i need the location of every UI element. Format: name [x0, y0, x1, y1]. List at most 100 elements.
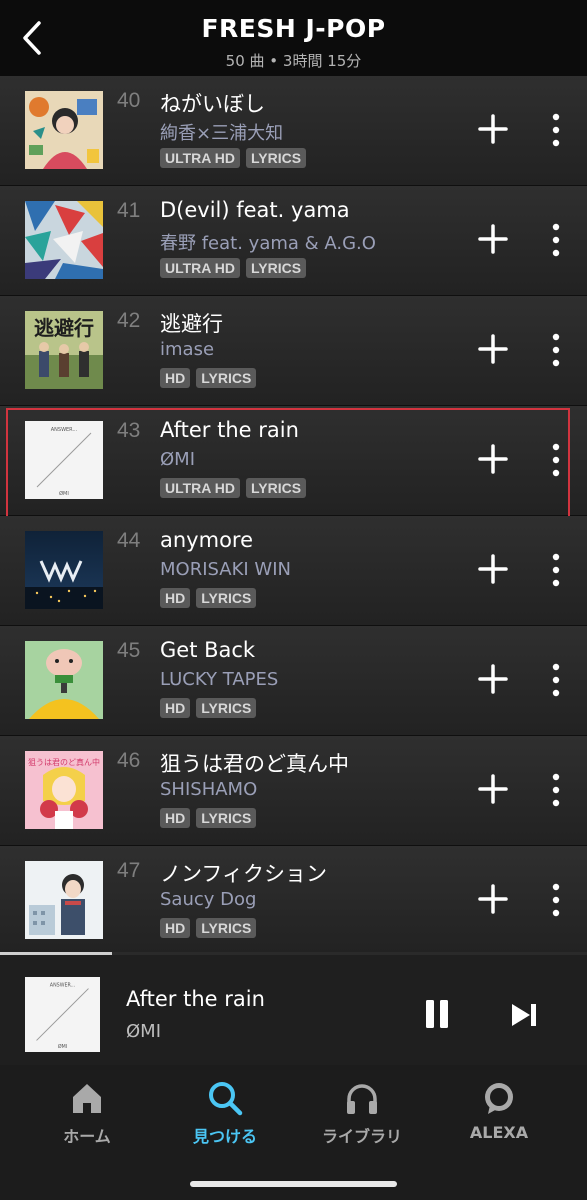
more-options-button[interactable] [544, 882, 568, 918]
track-title: After the rain [160, 418, 299, 442]
mini-player[interactable]: ANSWER... ØMI After the rain ØMI [0, 955, 587, 1065]
add-button[interactable] [476, 332, 510, 366]
lyrics-badge: LYRICS [246, 148, 307, 168]
add-button[interactable] [476, 662, 510, 696]
album-art-text: 逃避行 [34, 316, 94, 340]
more-vertical-icon [552, 223, 560, 257]
more-vertical-icon [552, 553, 560, 587]
quality-badge: HD [160, 588, 191, 608]
more-options-button[interactable] [544, 332, 568, 368]
track-number: 46 [117, 749, 141, 772]
track-row[interactable]: 47 ノンフィクション Saucy Dog HD LYRICS [0, 846, 587, 956]
track-row[interactable]: 40 ねがいぼし 絢香×三浦大知 ULTRA HD LYRICS [0, 76, 587, 186]
album-art [25, 641, 103, 719]
lyrics-badge: LYRICS [246, 478, 307, 498]
track-row[interactable]: 狙うは君のど真ん中 46 狙うは君のど真ん中 SHISHAMO HD LYRIC… [0, 736, 587, 846]
track-number: 42 [117, 309, 141, 332]
track-title: ノンフィクション [160, 862, 327, 886]
album-art-artist: ØMI [58, 1043, 67, 1050]
search-icon [209, 1082, 243, 1116]
track-number: 47 [117, 859, 141, 882]
track-title: 狙うは君のど真ん中 [160, 752, 349, 776]
tab-alexa[interactable]: ALEXA [444, 1079, 554, 1142]
add-button[interactable] [476, 442, 510, 476]
add-button[interactable] [476, 552, 510, 586]
more-vertical-icon [552, 663, 560, 697]
track-number: 40 [117, 89, 141, 112]
track-artist: 絢香×三浦大知 [160, 123, 284, 144]
track-row[interactable]: 逃避行 42 逃避行 imase HD LYRICS [0, 296, 587, 406]
quality-badge: HD [160, 918, 191, 938]
page-title: FRESH J-POP [201, 14, 386, 43]
more-options-button[interactable] [544, 772, 568, 808]
track-title: D(evil) feat. yama [160, 198, 350, 222]
home-icon [73, 1084, 101, 1113]
more-options-button[interactable] [544, 442, 568, 478]
more-options-button[interactable] [544, 222, 568, 258]
home-indicator [190, 1181, 397, 1187]
track-title: anymore [160, 528, 254, 552]
track-row-selected[interactable]: ANSWER... ØMI 43 After the rain ØMI ULTR… [0, 406, 587, 520]
lyrics-badge: LYRICS [246, 258, 307, 278]
tab-home-label: ホーム [63, 1127, 111, 1146]
track-row[interactable]: 44 anymore MORISAKI WIN HD LYRICS [0, 516, 587, 626]
playlist-summary: 50 曲 • 3時間 15分 [225, 52, 362, 70]
album-art: ANSWER... ØMI [25, 421, 103, 499]
quality-badge: HD [160, 698, 191, 718]
album-art [25, 91, 103, 169]
track-artist: LUCKY TAPES [160, 669, 279, 690]
headphones-icon [347, 1084, 377, 1114]
track-row[interactable]: 41 D(evil) feat. yama 春野 feat. yama & A.… [0, 186, 587, 296]
plus-icon [478, 334, 508, 364]
tab-alexa-label: ALEXA [469, 1123, 529, 1142]
badge-group: HD LYRICS [160, 698, 257, 718]
track-row[interactable]: 45 Get Back LUCKY TAPES HD LYRICS [0, 626, 587, 736]
plus-icon [478, 444, 508, 474]
album-art-text: ANSWER... [51, 427, 78, 433]
album-art-text: 狙うは君のど真ん中 [28, 757, 100, 767]
add-button[interactable] [476, 882, 510, 916]
pause-icon [426, 1000, 448, 1028]
album-art [25, 531, 103, 609]
tab-home[interactable]: ホーム [32, 1079, 142, 1147]
add-button[interactable] [476, 772, 510, 806]
badge-group: HD LYRICS [160, 808, 257, 828]
more-options-button[interactable] [544, 112, 568, 148]
tab-find-label: 見つける [192, 1127, 257, 1146]
more-options-button[interactable] [544, 662, 568, 698]
plus-icon [478, 884, 508, 914]
album-art-text: ANSWER... [50, 983, 75, 989]
plus-icon [478, 664, 508, 694]
plus-icon [478, 114, 508, 144]
more-vertical-icon [552, 113, 560, 147]
album-art [25, 201, 103, 279]
plus-icon [478, 224, 508, 254]
lyrics-badge: LYRICS [196, 588, 257, 608]
lyrics-badge: LYRICS [196, 368, 257, 388]
badge-group: HD LYRICS [160, 368, 257, 388]
track-artist: SHISHAMO [160, 779, 258, 800]
track-number: 41 [117, 199, 141, 222]
quality-badge: ULTRA HD [160, 148, 240, 168]
quality-badge: ULTRA HD [160, 478, 240, 498]
track-artist: imase [160, 339, 215, 360]
badge-group: HD LYRICS [160, 918, 257, 938]
track-title: Get Back [160, 638, 256, 662]
album-art-artist: ØMI [59, 490, 69, 497]
alexa-icon [485, 1083, 513, 1114]
skip-next-icon [512, 1004, 536, 1026]
more-options-button[interactable] [544, 552, 568, 588]
badge-group: HD LYRICS [160, 588, 257, 608]
next-track-button[interactable] [508, 1001, 540, 1029]
track-number: 43 [117, 419, 141, 442]
add-button[interactable] [476, 222, 510, 256]
tab-find[interactable]: 見つける [170, 1079, 280, 1147]
album-art: 逃避行 [25, 311, 103, 389]
plus-icon [478, 774, 508, 804]
add-button[interactable] [476, 112, 510, 146]
lyrics-badge: LYRICS [196, 698, 257, 718]
pause-button[interactable] [420, 997, 454, 1031]
track-artist: 春野 feat. yama & A.G.O [160, 233, 376, 254]
track-artist: ØMI [160, 449, 196, 470]
tab-library[interactable]: ライブラリ [307, 1079, 417, 1147]
